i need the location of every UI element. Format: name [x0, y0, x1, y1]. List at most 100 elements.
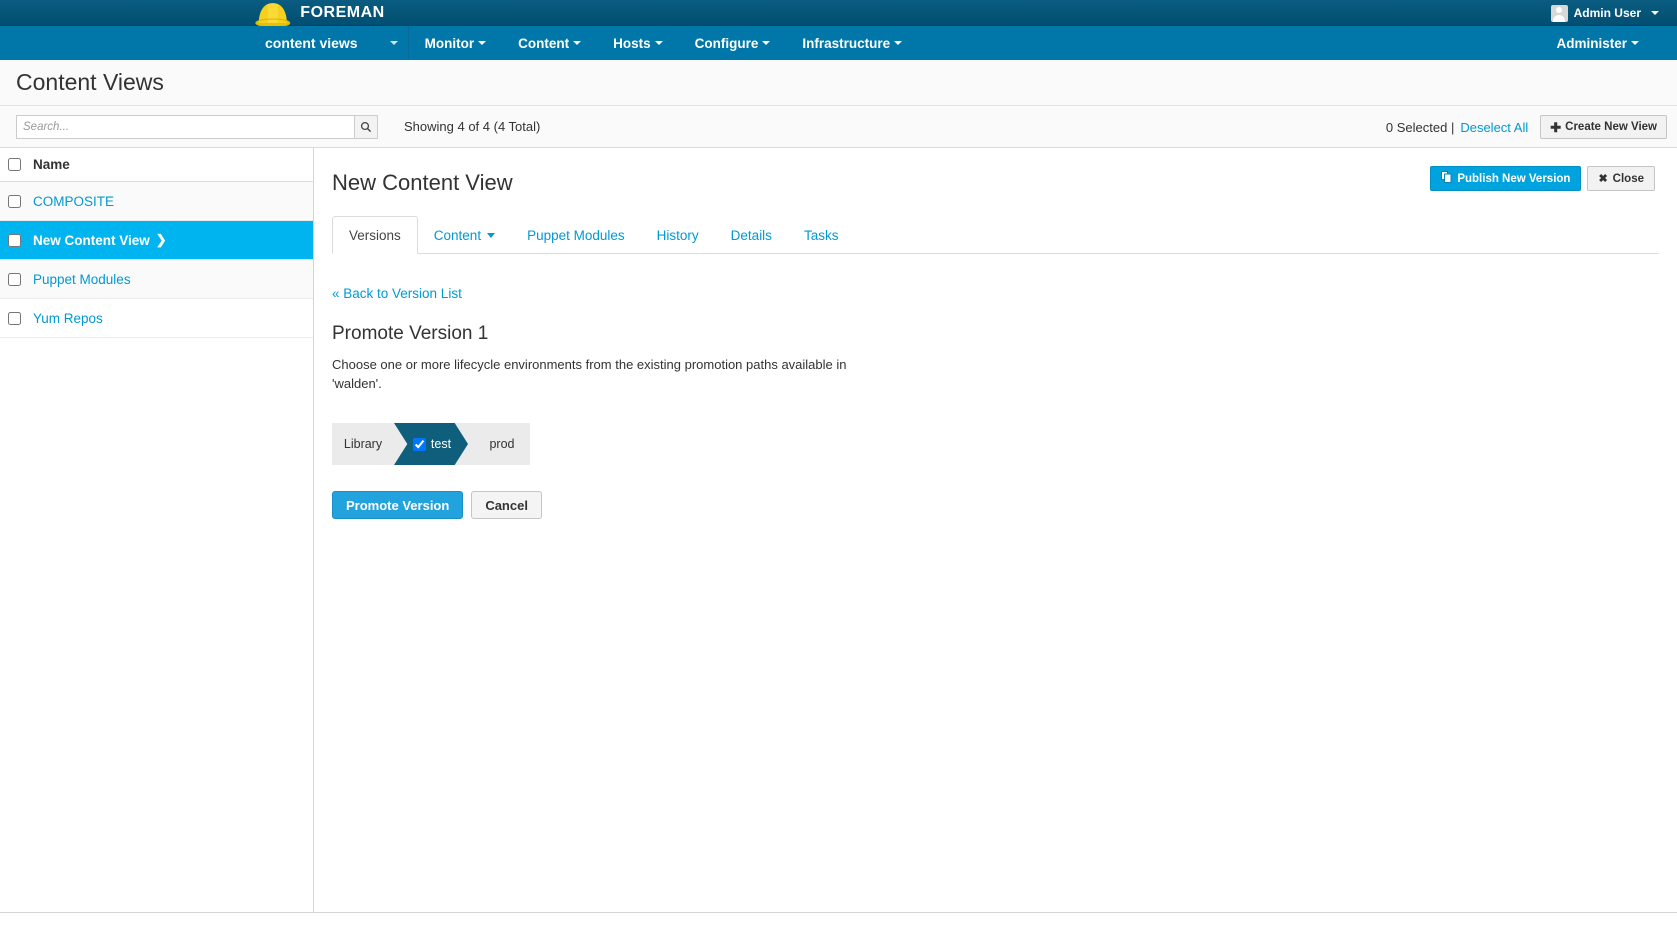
tab-puppet-modules[interactable]: Puppet Modules — [511, 216, 641, 254]
nav-left-group: content views Monitor Content Hosts Conf… — [265, 26, 918, 60]
copy-icon — [1441, 171, 1452, 186]
sidebar-item-composite[interactable]: COMPOSITE — [0, 182, 313, 221]
nav-item-label: Administer — [1556, 36, 1627, 51]
nav-item-configure[interactable]: Configure — [679, 26, 787, 60]
sidebar-item-puppet-modules[interactable]: Puppet Modules — [0, 260, 313, 299]
tab-content[interactable]: Content — [418, 216, 511, 254]
sidebar-item-label: New Content View — [33, 233, 150, 248]
back-to-version-list-link[interactable]: « Back to Version List — [332, 286, 462, 301]
caret-down-icon — [894, 41, 902, 45]
showing-count-label: Showing 4 of 4 (4 Total) — [404, 119, 540, 134]
row-checkbox[interactable] — [8, 234, 21, 247]
nav-item-label: Infrastructure — [802, 36, 890, 51]
search-input[interactable] — [16, 115, 354, 139]
caret-down-icon — [487, 233, 495, 238]
caret-down-icon — [390, 41, 398, 45]
row-checkbox[interactable] — [8, 273, 21, 286]
tab-label: Tasks — [804, 228, 839, 243]
environment-test[interactable]: test — [394, 423, 468, 465]
page-title: Content Views — [16, 69, 164, 96]
tab-label: Content — [434, 228, 481, 243]
search-group — [16, 115, 378, 139]
promote-description: Choose one or more lifecycle environment… — [332, 355, 868, 393]
caret-down-icon — [1651, 11, 1659, 15]
sidebar-item-new-content-view[interactable]: New Content View ❯ — [0, 221, 313, 260]
create-new-view-label: Create New View — [1565, 121, 1657, 133]
body-split: Name COMPOSITE New Content View ❯ Puppet… — [0, 148, 1677, 912]
tab-details[interactable]: Details — [715, 216, 788, 254]
plus-icon: ✚ — [1550, 121, 1561, 134]
caret-down-icon — [478, 41, 486, 45]
publish-new-version-button[interactable]: Publish New Version — [1430, 166, 1581, 191]
brand-bar: FOREMAN Admin User — [0, 0, 1677, 26]
environment-label: test — [431, 437, 451, 451]
promote-heading: Promote Version 1 — [332, 323, 1659, 345]
nav-context-label: content views — [265, 35, 358, 51]
sidebar-item-label: COMPOSITE — [33, 194, 114, 209]
selected-count-label: 0 Selected | — [1386, 120, 1454, 135]
nav-item-monitor[interactable]: Monitor — [409, 26, 503, 60]
footer-strip — [0, 912, 1677, 916]
environment-prod[interactable]: prod — [468, 423, 530, 465]
nav-item-content[interactable]: Content — [502, 26, 597, 60]
cancel-button[interactable]: Cancel — [471, 491, 542, 519]
brand-logo-group[interactable]: FOREMAN — [252, 0, 384, 26]
sidebar-list-header: Name — [0, 148, 313, 182]
search-button[interactable] — [354, 115, 378, 139]
nav-context-switcher[interactable]: content views — [265, 26, 409, 60]
create-new-view-button[interactable]: ✚ Create New View — [1540, 115, 1667, 139]
environment-checkbox[interactable] — [413, 438, 426, 451]
tab-tasks[interactable]: Tasks — [788, 216, 855, 254]
publish-new-version-label: Publish New Version — [1457, 173, 1570, 185]
nav-item-label: Content — [518, 36, 569, 51]
caret-down-icon — [762, 41, 770, 45]
content-views-sidebar: Name COMPOSITE New Content View ❯ Puppet… — [0, 148, 314, 912]
row-checkbox[interactable] — [8, 312, 21, 325]
close-label: Close — [1613, 173, 1644, 185]
row-checkbox[interactable] — [8, 195, 21, 208]
deselect-all-link[interactable]: Deselect All — [1460, 120, 1528, 135]
close-button[interactable]: ✖ Close — [1587, 166, 1655, 191]
nav-right-group: Administer — [1540, 26, 1677, 60]
user-name-label: Admin User — [1574, 6, 1641, 20]
caret-down-icon — [573, 41, 581, 45]
environment-library[interactable]: Library — [332, 423, 394, 465]
sidebar-item-yum-repos[interactable]: Yum Repos — [0, 299, 313, 338]
content-view-detail-panel: New Content View Publish New Version ✖ C… — [314, 148, 1677, 912]
search-icon — [360, 121, 372, 133]
caret-down-icon — [1631, 41, 1639, 45]
detail-tabs: Versions Content Puppet Modules History … — [332, 216, 1659, 254]
main-navigation: content views Monitor Content Hosts Conf… — [0, 26, 1677, 60]
user-menu[interactable]: Admin User — [1551, 0, 1659, 26]
sidebar-item-label: Puppet Modules — [33, 272, 131, 287]
nav-item-administer[interactable]: Administer — [1540, 36, 1655, 51]
tab-versions[interactable]: Versions — [332, 216, 418, 254]
nav-item-infrastructure[interactable]: Infrastructure — [786, 26, 918, 60]
environment-label: prod — [489, 437, 514, 451]
promote-button-row: Promote Version Cancel — [332, 491, 1659, 519]
detail-actions: Publish New Version ✖ Close — [1430, 166, 1655, 191]
content-views-toolbar: Showing 4 of 4 (4 Total) 0 Selected | De… — [0, 106, 1677, 148]
nav-item-label: Monitor — [425, 36, 475, 51]
tab-label: Details — [731, 228, 772, 243]
caret-down-icon — [655, 41, 663, 45]
tab-label: Puppet Modules — [527, 228, 625, 243]
select-all-checkbox[interactable] — [8, 158, 21, 171]
page-header: Content Views — [0, 60, 1677, 106]
column-header-name: Name — [33, 157, 70, 172]
close-x-icon: ✖ — [1598, 172, 1607, 185]
tab-history[interactable]: History — [641, 216, 715, 254]
tab-label: History — [657, 228, 699, 243]
nav-item-hosts[interactable]: Hosts — [597, 26, 679, 60]
environment-label: Library — [344, 437, 382, 451]
nav-item-label: Hosts — [613, 36, 651, 51]
hardhat-icon — [252, 0, 292, 26]
promote-version-button[interactable]: Promote Version — [332, 491, 463, 519]
tab-label: Versions — [349, 228, 401, 243]
toolbar-right-group: 0 Selected | Deselect All ✚ Create New V… — [1386, 106, 1667, 148]
sidebar-item-label: Yum Repos — [33, 311, 103, 326]
user-avatar-icon — [1551, 5, 1568, 22]
brand-name: FOREMAN — [300, 4, 384, 22]
lifecycle-environment-path: Library test prod — [332, 423, 530, 465]
nav-item-label: Configure — [695, 36, 759, 51]
